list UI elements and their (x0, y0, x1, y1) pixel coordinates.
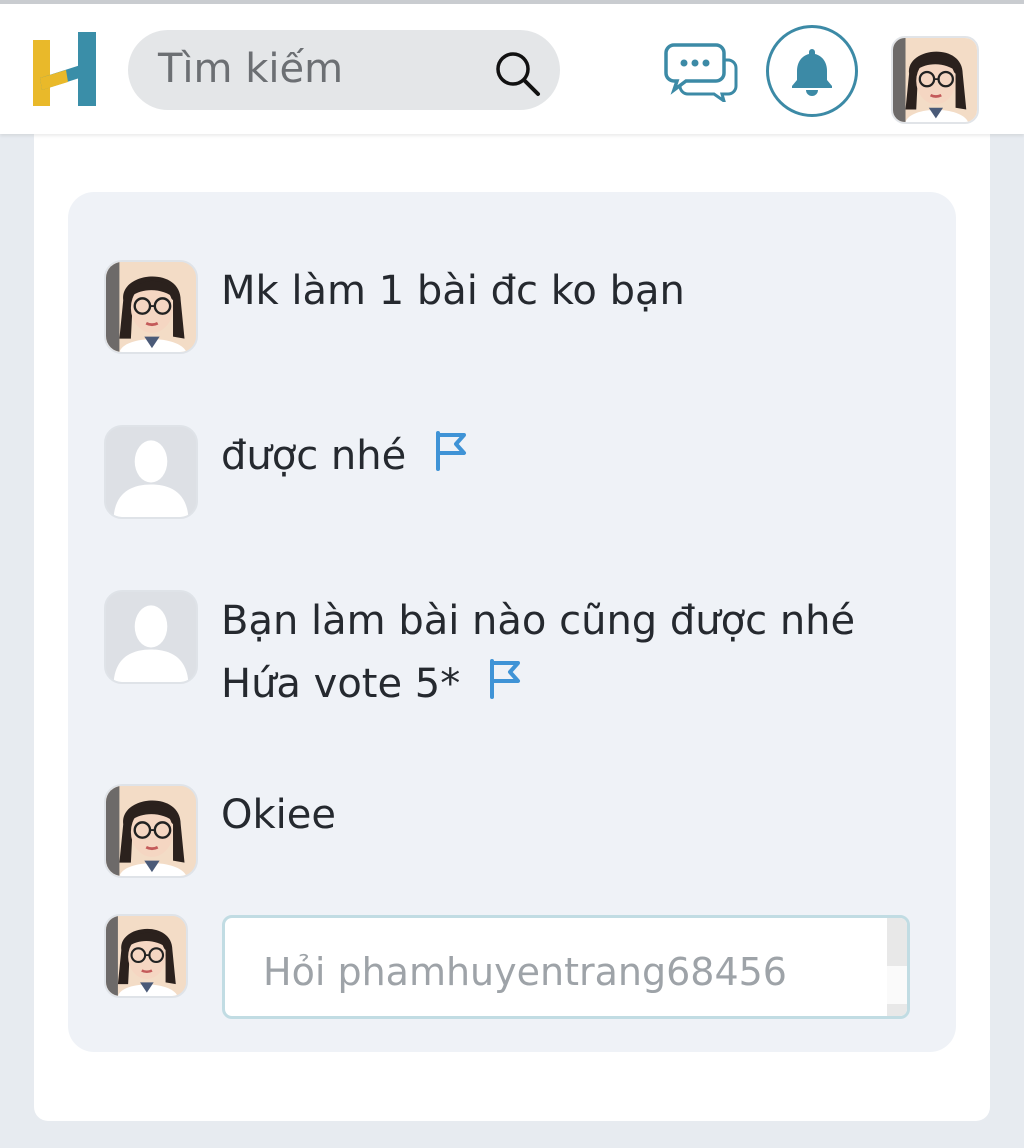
user-avatar[interactable] (104, 260, 198, 354)
current-user-avatar (104, 914, 188, 998)
user-avatar[interactable] (891, 36, 979, 124)
comment-card: Mk làm 1 bài đc ko bạn được nhé Bạn làm … (34, 120, 990, 1121)
person-silhouette-icon (106, 592, 196, 682)
chat-icon[interactable] (664, 42, 738, 102)
search-input[interactable]: Tìm kiếm (158, 44, 343, 94)
avatar-photo-icon (893, 38, 977, 122)
notifications-button[interactable] (766, 25, 858, 117)
avatar-photo-icon (106, 916, 186, 996)
person-silhouette-icon (106, 427, 196, 517)
search-bar[interactable]: Tìm kiếm (128, 30, 560, 110)
comment-thread: Mk làm 1 bài đc ko bạn được nhé Bạn làm … (68, 192, 956, 1052)
reply-textarea[interactable]: Hỏi phamhuyentrang68456 (222, 915, 910, 1019)
user-avatar[interactable] (104, 784, 198, 878)
reply-placeholder: Hỏi phamhuyentrang68456 (263, 950, 787, 994)
avatar-photo-icon (106, 262, 196, 352)
message-text: Mk làm 1 bài đc ko bạn (221, 268, 685, 314)
message-text: Hứa vote 5* (221, 661, 461, 707)
default-avatar[interactable] (104, 425, 198, 519)
flag-icon[interactable] (432, 429, 472, 473)
message-text: Okiee (221, 792, 336, 838)
top-bar: Tìm kiếm (0, 0, 1024, 134)
textarea-scrollbar[interactable] (887, 918, 907, 1016)
bell-icon (792, 49, 832, 96)
avatar-photo-icon (106, 786, 196, 876)
message-text: Bạn làm bài nào cũng được nhé (221, 598, 856, 644)
message-text: được nhé (221, 433, 407, 479)
flag-icon[interactable] (486, 657, 526, 701)
default-avatar[interactable] (104, 590, 198, 684)
search-icon[interactable] (492, 48, 542, 98)
scroll-thumb[interactable] (887, 966, 907, 1004)
hoc24-logo-icon[interactable] (30, 32, 100, 108)
